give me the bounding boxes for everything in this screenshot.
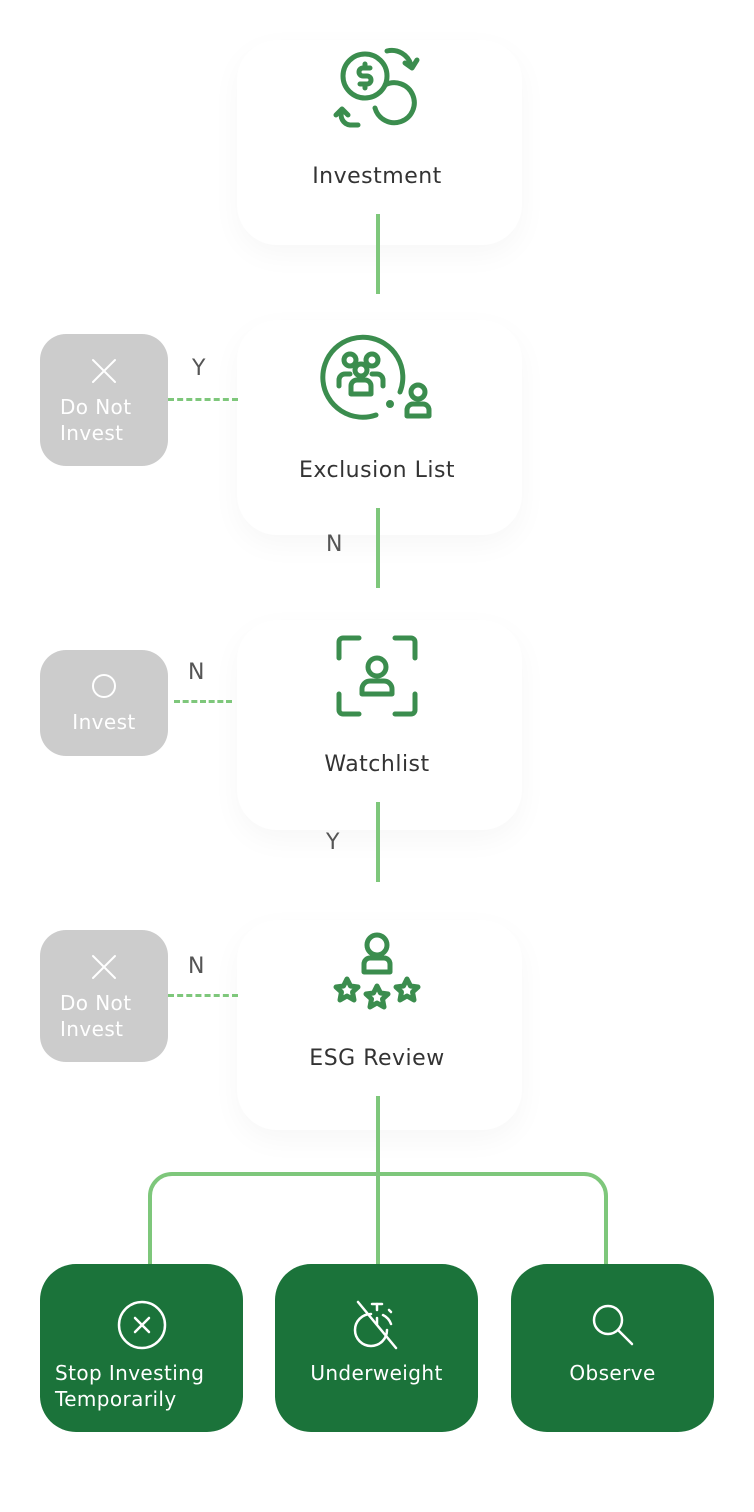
side-box-2-line1: Do Not — [60, 991, 132, 1015]
side-box-1-line2: Invest — [60, 421, 124, 445]
underweight-label: Underweight — [310, 1361, 443, 1385]
do-not-invest-box-2: Do Not Invest — [40, 930, 168, 1062]
side-box-2-line2: Invest — [60, 1017, 124, 1041]
underweight-box: Underweight — [275, 1264, 478, 1432]
group-exclusion-icon — [320, 334, 432, 420]
invest-box: Invest — [40, 650, 168, 756]
search-icon — [592, 1304, 633, 1346]
x-icon — [92, 359, 116, 383]
side-box-1-line1: Do Not — [60, 395, 132, 419]
connector-esg-stop — [148, 1172, 378, 1266]
exclusion-label: Exclusion List — [298, 458, 456, 483]
circle-x-icon — [117, 1300, 166, 1350]
x-icon — [92, 955, 116, 979]
invest-box-label: Invest — [72, 710, 136, 734]
connector-exclusion-watchlist — [376, 508, 380, 588]
edge-label-watchlist-side: N — [188, 660, 205, 685]
connector-esg-observe — [378, 1172, 608, 1266]
observe-label: Observe — [569, 1361, 656, 1385]
edge-label-esg-side: N — [188, 954, 205, 979]
stop-investing-line1: Stop Investing — [55, 1361, 205, 1385]
dashed-connector-watchlist — [174, 700, 232, 703]
esg-label: ESG Review — [309, 1046, 445, 1071]
stop-investing-line2: Temporarily — [55, 1387, 177, 1411]
money-exchange-icon — [333, 47, 420, 128]
dashed-connector-exclusion — [168, 398, 238, 401]
do-not-invest-box-1: Do Not Invest — [40, 334, 168, 466]
user-rating-icon — [333, 932, 421, 1010]
connector-watchlist-esg — [376, 802, 380, 882]
edge-label-watchlist-esg: Y — [326, 830, 340, 855]
branch-connectors — [148, 1096, 608, 1266]
watchlist-label: Watchlist — [324, 752, 430, 777]
stopwatch-off-icon — [353, 1300, 397, 1350]
edge-label-exclusion-side: Y — [192, 356, 206, 381]
connector-investment-exclusion — [376, 214, 380, 294]
stop-investing-box: Stop Investing Temporarily — [40, 1264, 243, 1432]
investment-label: Investment — [312, 164, 442, 189]
observe-box: Observe — [511, 1264, 714, 1432]
edge-label-exclusion-watchlist: N — [326, 532, 343, 557]
circle-icon — [92, 674, 116, 698]
user-scan-icon — [336, 635, 418, 717]
dashed-connector-esg — [168, 994, 238, 997]
